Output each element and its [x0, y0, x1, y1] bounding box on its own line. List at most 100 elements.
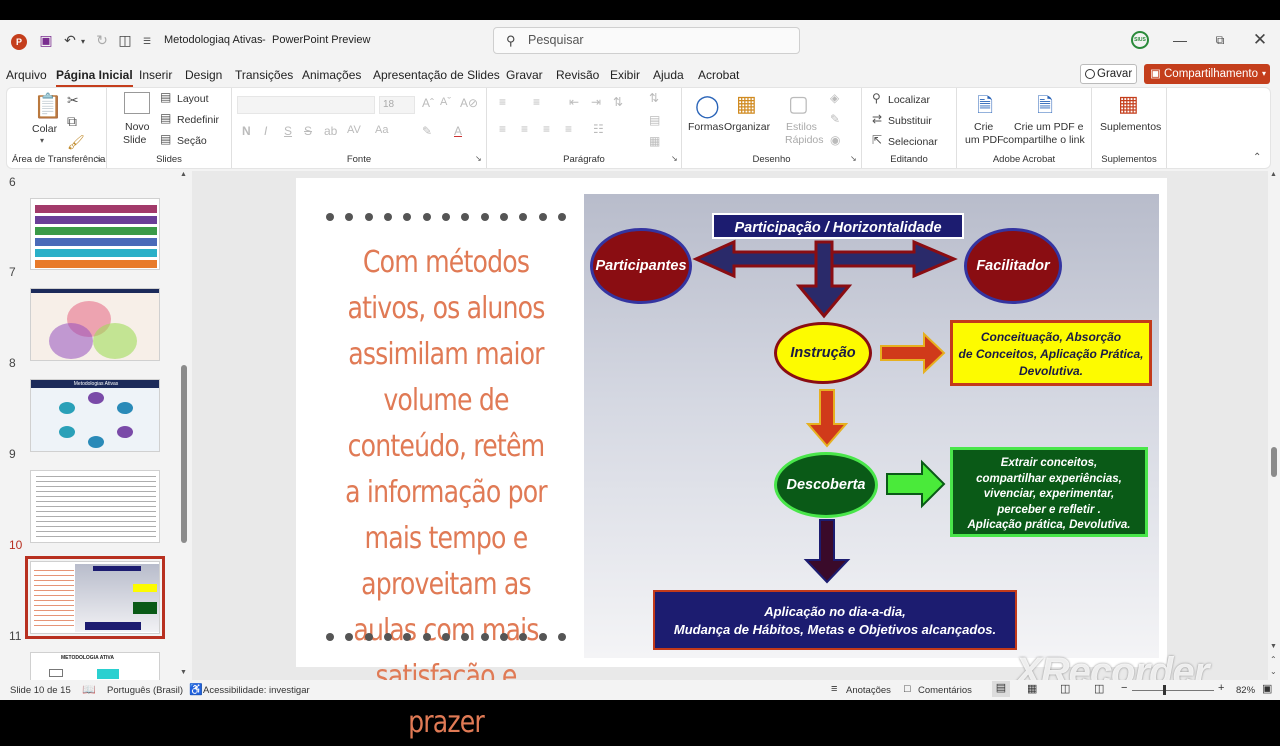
- collapse-ribbon-icon[interactable]: ⌃: [1253, 152, 1261, 163]
- create-pdf-share-label-1[interactable]: Crie um PDF e: [1014, 121, 1083, 133]
- copy-icon[interactable]: ⧉: [67, 113, 77, 130]
- clipboard-launcher-icon[interactable]: ↘: [95, 154, 102, 163]
- font-color-icon[interactable]: A: [454, 124, 462, 138]
- next-slide-icon[interactable]: ⌄: [1270, 667, 1277, 676]
- zoom-in-icon[interactable]: +: [1218, 682, 1224, 694]
- accessibility-status[interactable]: Acessibilidade: investigar: [203, 685, 310, 696]
- scroll-down-icon[interactable]: ▼: [180, 669, 187, 676]
- instruction-description[interactable]: Conceituação, Absorção de Conceitos, Apl…: [950, 320, 1152, 386]
- save-icon[interactable]: ▣: [37, 31, 55, 49]
- align-text-icon[interactable]: ▤: [649, 113, 660, 127]
- comments-button[interactable]: Comentários: [918, 685, 972, 696]
- close-icon[interactable]: ✕: [1250, 30, 1270, 50]
- drawing-launcher-icon[interactable]: ↘: [850, 154, 857, 163]
- grow-font-icon[interactable]: Aˆ: [422, 96, 434, 110]
- slideshow-icon[interactable]: ◫: [1094, 682, 1104, 695]
- align-right-icon[interactable]: ≡: [543, 122, 550, 136]
- layout-icon[interactable]: ▤: [160, 90, 171, 104]
- comments-icon[interactable]: □: [904, 683, 911, 695]
- bullets-icon[interactable]: ≡: [499, 95, 506, 109]
- participation-banner[interactable]: Participação / Horizontalidade: [712, 213, 964, 239]
- create-pdf-icon[interactable]: 🗎: [977, 91, 993, 125]
- customize-toolbar-icon[interactable]: ☰: [142, 32, 152, 50]
- numbering-icon[interactable]: ≡: [533, 95, 540, 109]
- tab-apresentacao[interactable]: Apresentação de Slides: [373, 68, 500, 82]
- accessibility-icon[interactable]: ♿: [189, 683, 203, 696]
- record-button[interactable]: Gravar: [1080, 64, 1137, 84]
- discovery-description[interactable]: Extrair conceitos, compartilhar experiên…: [950, 447, 1148, 537]
- spellcheck-icon[interactable]: 📖: [82, 683, 96, 696]
- smartart-icon[interactable]: ▦: [649, 134, 660, 148]
- fit-slide-icon[interactable]: ▣: [1262, 682, 1272, 695]
- shadow-icon[interactable]: ab: [324, 124, 337, 138]
- tab-exibir[interactable]: Exibir: [610, 68, 640, 82]
- arrange-icon[interactable]: ▦: [736, 91, 757, 117]
- slide-thumbnail-6[interactable]: [30, 198, 160, 270]
- restore-icon[interactable]: ⧉: [1210, 30, 1230, 50]
- facilitator-node[interactable]: Facilitador: [964, 228, 1062, 304]
- underline-icon[interactable]: S: [284, 124, 292, 138]
- undo-icon[interactable]: ↶: [62, 31, 78, 49]
- slide-thumbnail-7[interactable]: [30, 288, 160, 361]
- slide-thumbnail-11[interactable]: METODOLOGIA ATIVA: [30, 652, 160, 681]
- reset-button[interactable]: Redefinir: [177, 114, 219, 126]
- quick-styles-icon[interactable]: ▢: [788, 91, 809, 117]
- tab-ajuda[interactable]: Ajuda: [653, 68, 684, 82]
- strikethrough-icon[interactable]: S: [304, 124, 312, 138]
- slide-main-text[interactable]: Com métodos ativos, os alunos assimilam …: [338, 240, 553, 746]
- slide-thumbnail-10[interactable]: [25, 556, 165, 639]
- quick-styles-label-1[interactable]: Estilos: [786, 121, 817, 133]
- reading-view-icon[interactable]: ◫: [1060, 682, 1070, 695]
- justify-icon[interactable]: ≡: [565, 122, 572, 136]
- tab-revisao[interactable]: Revisão: [556, 68, 599, 82]
- addins-icon[interactable]: ▦: [1118, 91, 1139, 117]
- layout-button[interactable]: Layout: [177, 93, 209, 105]
- prev-slide-icon[interactable]: ⌃: [1270, 655, 1277, 664]
- undo-dropdown-icon[interactable]: ▾: [78, 32, 88, 50]
- slide-editor[interactable]: Com métodos ativos, os alunos assimilam …: [192, 171, 1268, 740]
- slide-canvas[interactable]: Com métodos ativos, os alunos assimilam …: [296, 178, 1167, 740]
- scroll-down-icon[interactable]: ▼: [1270, 643, 1277, 650]
- redo-icon[interactable]: ↻: [94, 31, 110, 49]
- minimize-icon[interactable]: —: [1170, 30, 1190, 50]
- tab-arquivo[interactable]: Arquivo: [6, 68, 47, 82]
- participants-node[interactable]: Participantes: [590, 228, 692, 304]
- section-button[interactable]: Seção: [177, 135, 207, 147]
- addins-button[interactable]: Suplementos: [1100, 121, 1161, 133]
- tab-design[interactable]: Design: [185, 68, 222, 82]
- select-icon[interactable]: ⇱: [872, 133, 882, 147]
- scroll-up-icon[interactable]: ▲: [1270, 171, 1277, 178]
- notes-icon[interactable]: ≡: [831, 683, 837, 695]
- paragraph-launcher-icon[interactable]: ↘: [671, 154, 678, 163]
- notes-button[interactable]: Anotações: [846, 685, 891, 696]
- tab-pagina-inicial[interactable]: Página Inicial: [56, 68, 133, 87]
- editor-scroll-thumb[interactable]: [1271, 447, 1277, 477]
- zoom-out-icon[interactable]: −: [1121, 682, 1127, 694]
- section-icon[interactable]: ▤: [160, 132, 171, 146]
- search-input[interactable]: ⚲ Pesquisar: [493, 27, 800, 54]
- format-painter-icon[interactable]: 🖌: [67, 134, 85, 151]
- methodology-diagram[interactable]: Participação / Horizontalidade Participa…: [584, 194, 1159, 658]
- create-pdf-share-icon[interactable]: 🗎: [1037, 91, 1053, 125]
- quick-styles-label-2[interactable]: Rápidos: [785, 134, 824, 146]
- char-spacing-icon[interactable]: AV: [347, 124, 361, 136]
- text-direction-icon[interactable]: ⇅: [649, 91, 659, 105]
- reset-icon[interactable]: ▤: [160, 111, 171, 125]
- language-indicator[interactable]: Português (Brasil): [107, 685, 183, 696]
- find-icon[interactable]: ⚲: [872, 91, 881, 105]
- create-pdf-label-2[interactable]: um PDF: [965, 134, 1004, 146]
- font-launcher-icon[interactable]: ↘: [475, 154, 482, 163]
- replace-icon[interactable]: ⇄: [872, 112, 882, 126]
- share-button[interactable]: ▣ Compartilhamento ▾: [1144, 64, 1270, 84]
- slide-sorter-icon[interactable]: ▦: [1027, 682, 1037, 695]
- discovery-node[interactable]: Descoberta: [774, 452, 878, 518]
- columns-icon[interactable]: ☷: [593, 122, 604, 136]
- tab-inserir[interactable]: Inserir: [139, 68, 172, 82]
- cut-icon[interactable]: ✂: [67, 92, 79, 109]
- tab-transicoes[interactable]: Transições: [235, 68, 293, 82]
- font-name-input[interactable]: [237, 96, 375, 114]
- bold-icon[interactable]: N: [242, 124, 251, 138]
- zoom-level[interactable]: 82%: [1236, 685, 1255, 696]
- highlight-icon[interactable]: ✎: [422, 124, 432, 138]
- clear-format-icon[interactable]: A⊘: [460, 96, 478, 110]
